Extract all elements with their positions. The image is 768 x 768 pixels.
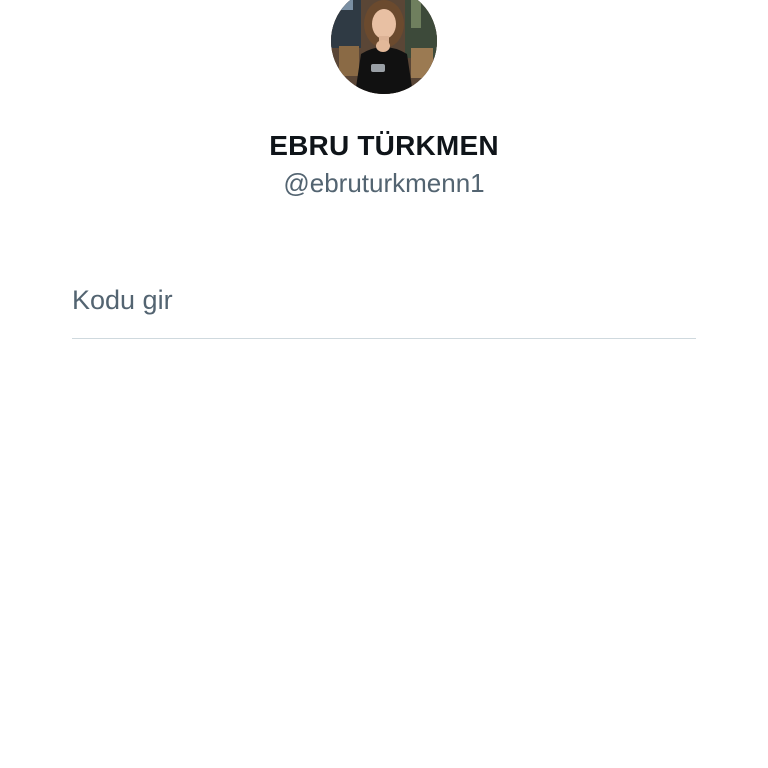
code-field bbox=[72, 272, 696, 339]
avatar bbox=[331, 0, 437, 94]
profile-photo-icon bbox=[331, 0, 437, 94]
code-input[interactable] bbox=[72, 280, 696, 320]
verification-page: EBRU TÜRKMEN @ebruturkmenn1 bbox=[0, 0, 768, 768]
profile-handle: @ebruturkmenn1 bbox=[283, 168, 485, 198]
profile-display-name: EBRU TÜRKMEN bbox=[269, 130, 499, 161]
